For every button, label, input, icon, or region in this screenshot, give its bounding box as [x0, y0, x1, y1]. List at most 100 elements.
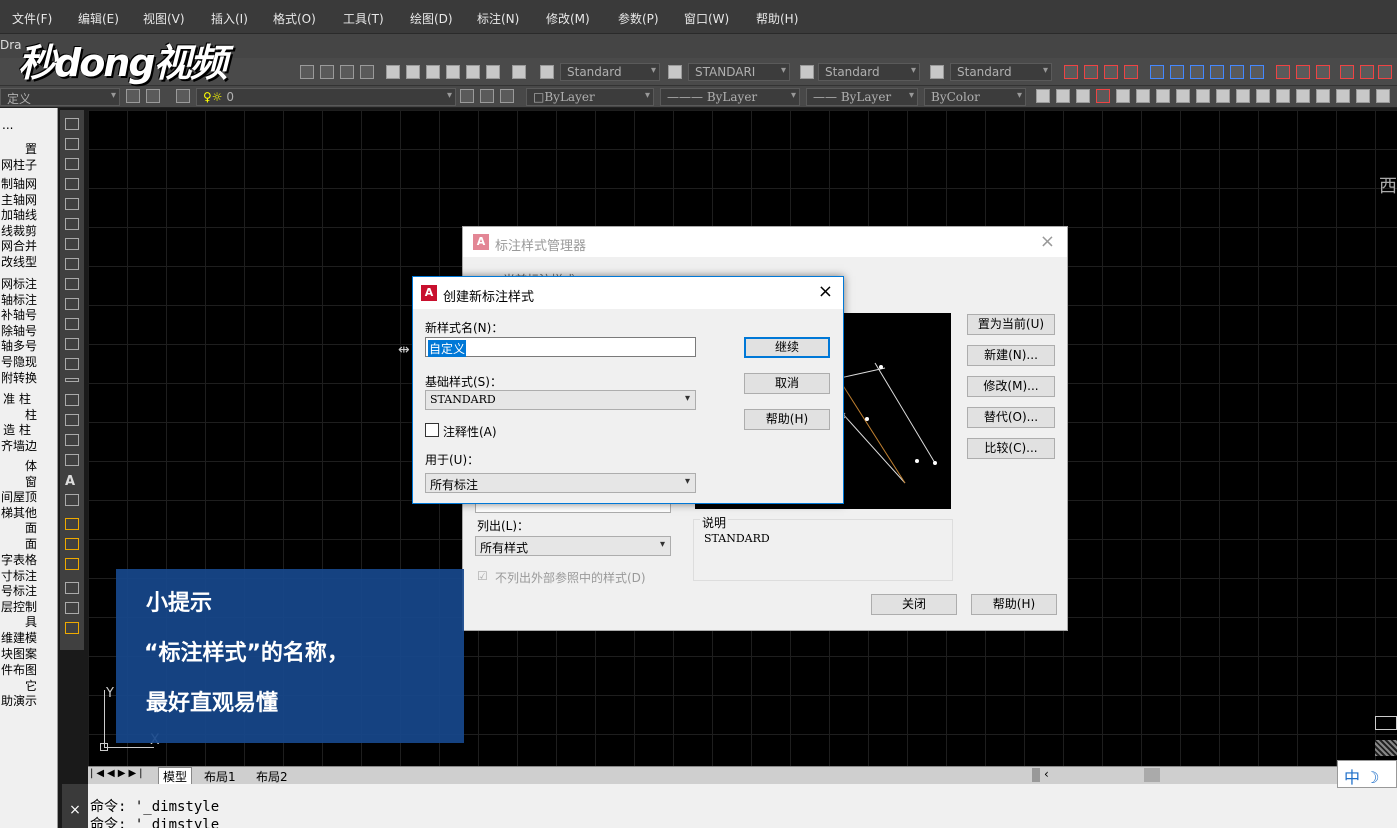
- snap-tangent-icon[interactable]: [65, 622, 79, 634]
- side-menu-item[interactable]: 附转换: [1, 369, 37, 386]
- dimension-edit-icon[interactable]: [1378, 65, 1392, 79]
- exclude-xref-checkbox[interactable]: ☑: [477, 569, 488, 583]
- dimension-baseline-icon[interactable]: [1210, 65, 1224, 79]
- menu-modify[interactable]: 修改(M): [546, 10, 590, 27]
- layer-combo[interactable]: ♀☼ 0 ▾: [196, 88, 456, 106]
- side-menu-item[interactable]: 助演示: [1, 692, 37, 709]
- lineweight-combo[interactable]: —— ByLayer ▾: [806, 88, 918, 106]
- side-menu-item[interactable]: 准 柱: [3, 390, 31, 407]
- revision-cloud-icon[interactable]: [65, 258, 79, 270]
- tool-f-icon[interactable]: [1136, 89, 1150, 103]
- dimension-space-icon[interactable]: [1250, 65, 1264, 79]
- ellipse-icon[interactable]: [65, 298, 79, 310]
- side-menu-item[interactable]: 体: [25, 457, 37, 474]
- side-menu-item[interactable]: 加轴线: [1, 206, 37, 223]
- dimension-diameter-icon[interactable]: [1170, 65, 1184, 79]
- inspection-icon[interactable]: [1340, 65, 1354, 79]
- snap-midpoint-icon[interactable]: [65, 538, 79, 550]
- sheet-set-icon[interactable]: [446, 65, 460, 79]
- zoom-realtime-icon[interactable]: [320, 65, 334, 79]
- zoom-previous-icon[interactable]: [360, 65, 374, 79]
- mtext-icon[interactable]: A: [65, 474, 79, 489]
- side-menu-item[interactable]: 号标注: [1, 582, 37, 599]
- text-style-combo[interactable]: Standard ▾: [560, 63, 660, 81]
- tool-m-icon[interactable]: [1276, 89, 1290, 103]
- gradient-icon[interactable]: [65, 414, 79, 426]
- ellipse-arc-icon[interactable]: [65, 318, 79, 330]
- dimension-break-icon[interactable]: [1276, 65, 1290, 79]
- workspace-lock-icon[interactable]: [146, 89, 160, 103]
- manager-help-button[interactable]: 帮助(H): [971, 594, 1057, 615]
- override-style-button[interactable]: 替代(O)...: [967, 407, 1055, 428]
- tool-c-icon[interactable]: [1076, 89, 1090, 103]
- tool-b-icon[interactable]: [1056, 89, 1070, 103]
- manager-close-icon[interactable]: ×: [1040, 231, 1055, 252]
- pan-icon[interactable]: [300, 65, 314, 79]
- dimension-linear-icon[interactable]: [1064, 65, 1078, 79]
- tool-p-icon[interactable]: [1336, 89, 1350, 103]
- linetype-combo[interactable]: ——— ByLayer ▾: [660, 88, 800, 106]
- menu-draw[interactable]: 绘图(D): [410, 10, 453, 27]
- text-style-icon[interactable]: [540, 65, 554, 79]
- tool-a-icon[interactable]: [1036, 89, 1050, 103]
- tab-layout1[interactable]: 布局1: [200, 768, 240, 785]
- point-icon[interactable]: [65, 378, 79, 382]
- compare-style-button[interactable]: 比较(C)...: [967, 438, 1055, 459]
- side-menu-item[interactable]: 间屋顶: [1, 488, 37, 505]
- tool-q-icon[interactable]: [1356, 89, 1370, 103]
- multileader-style-icon[interactable]: [930, 65, 944, 79]
- side-menu-item[interactable]: 件布图: [1, 661, 37, 678]
- line-icon[interactable]: [65, 118, 79, 130]
- center-mark-icon[interactable]: [1316, 65, 1330, 79]
- table-style-icon[interactable]: [800, 65, 814, 79]
- workspace-combo[interactable]: 定义 ▾: [0, 88, 120, 106]
- hatch-icon[interactable]: [65, 394, 79, 406]
- menu-file[interactable]: 文件(F): [12, 10, 52, 27]
- close-button[interactable]: 关闭: [871, 594, 957, 615]
- set-current-button[interactable]: 置为当前(U): [967, 314, 1055, 335]
- layer-match-icon[interactable]: [500, 89, 514, 103]
- cancel-button[interactable]: 取消: [744, 373, 830, 394]
- help-icon[interactable]: [512, 65, 526, 79]
- side-menu-item[interactable]: 号隐现: [1, 353, 37, 370]
- menu-view[interactable]: 视图(V): [143, 10, 185, 27]
- table-style-combo[interactable]: Standard ▾: [818, 63, 920, 81]
- new-style-name-input[interactable]: 自定义: [425, 337, 696, 357]
- side-menu-item[interactable]: 面: [25, 535, 37, 552]
- side-menu-item[interactable]: 造 柱: [3, 421, 31, 438]
- polygon-icon[interactable]: [65, 178, 79, 190]
- tool-d-icon[interactable]: [1096, 89, 1110, 103]
- side-menu-item[interactable]: 网合并: [1, 237, 37, 254]
- tab-layout2[interactable]: 布局2: [252, 768, 292, 785]
- insert-block-icon[interactable]: [65, 338, 79, 350]
- arc-icon[interactable]: [65, 218, 79, 230]
- side-menu-item[interactable]: 字表格: [1, 551, 37, 568]
- dim-style-icon[interactable]: [668, 65, 682, 79]
- add-selected-icon[interactable]: [65, 494, 79, 506]
- layer-manager-icon[interactable]: [176, 89, 190, 103]
- layer-previous-icon[interactable]: [480, 89, 494, 103]
- side-menu-item[interactable]: 块图案: [1, 645, 37, 662]
- tool-l-icon[interactable]: [1256, 89, 1270, 103]
- new-style-close-icon[interactable]: ×: [818, 281, 833, 302]
- scroll-left-icon[interactable]: ‹: [1044, 767, 1049, 781]
- polyline-icon[interactable]: [65, 158, 79, 170]
- zoom-window-icon[interactable]: [340, 65, 354, 79]
- rectangle-icon[interactable]: [65, 198, 79, 210]
- snap-intersection-icon[interactable]: [65, 558, 79, 570]
- new-style-help-button[interactable]: 帮助(H): [744, 409, 830, 430]
- menu-window[interactable]: 窗口(W): [684, 10, 729, 27]
- new-style-button[interactable]: 新建(N)...: [967, 345, 1055, 366]
- circle-icon[interactable]: [65, 238, 79, 250]
- menu-edit[interactable]: 编辑(E): [78, 10, 119, 27]
- side-menu-item[interactable]: 制轴网: [1, 175, 37, 192]
- dimension-aligned-icon[interactable]: [1084, 65, 1098, 79]
- menu-format[interactable]: 格式(O): [273, 10, 316, 27]
- continue-button[interactable]: 继续: [744, 337, 830, 358]
- command-line[interactable]: 命令: '_dimstyle 命令: '_dimstyle: [62, 784, 1397, 828]
- tool-k-icon[interactable]: [1236, 89, 1250, 103]
- list-filter-select[interactable]: 所有样式 ▾: [475, 536, 671, 556]
- side-menu-item[interactable]: 网柱子: [1, 156, 37, 173]
- dimension-radius-icon[interactable]: [1150, 65, 1164, 79]
- spline-icon[interactable]: [65, 278, 79, 290]
